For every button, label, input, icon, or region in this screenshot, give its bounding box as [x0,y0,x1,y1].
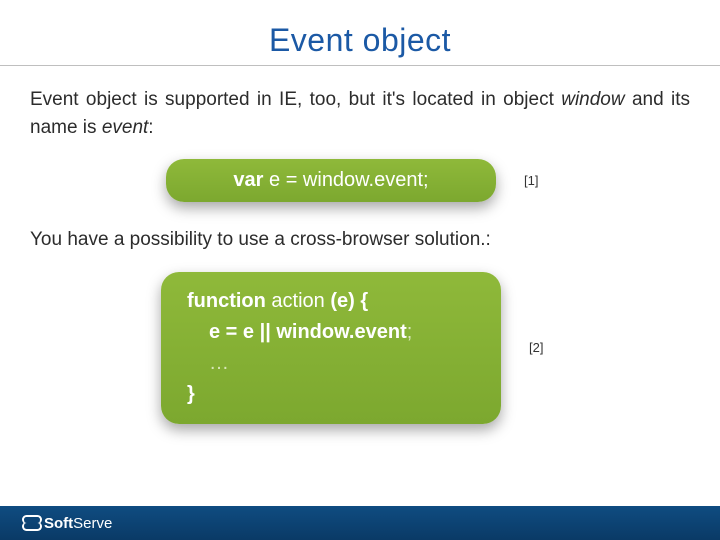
paragraph-1: Event object is supported in IE, too, bu… [30,86,690,141]
code2-semi: ; [407,321,413,343]
code-row-1: var e = window.event; [1] [30,159,690,202]
code2-line-3: … [187,348,475,379]
page-title: Event object [0,0,720,59]
content-area: Event object is supported in IE, too, bu… [0,66,720,424]
code1-rest: e = window.event; [263,169,428,191]
footer-logo: SoftServe [22,514,112,532]
paragraph-2: You have a possibility to use a cross-br… [30,226,690,254]
code2-fn-name: action [266,290,330,312]
footer-bar: SoftServe [0,506,720,540]
footer-brand-bold: Soft [44,515,73,532]
code2-body: e = e || window.event [209,321,407,343]
footer-brand-light: Serve [73,515,112,532]
code-row-2: function action (e) { e = e || window.ev… [30,272,690,424]
code1-keyword: var [233,169,263,191]
code2-paren: (e) { [330,290,368,312]
code2-line-4: } [187,379,475,410]
reference-1: [1] [524,173,554,188]
code-block-2: function action (e) { e = e || window.ev… [161,272,501,424]
code2-line-1: function action (e) { [187,286,475,317]
softserve-icon [22,514,40,532]
reference-2: [2] [529,340,559,355]
code2-keyword: function [187,290,266,312]
code2-line-2: e = e || window.event; [187,317,475,348]
code-block-1: var e = window.event; [166,159,496,202]
